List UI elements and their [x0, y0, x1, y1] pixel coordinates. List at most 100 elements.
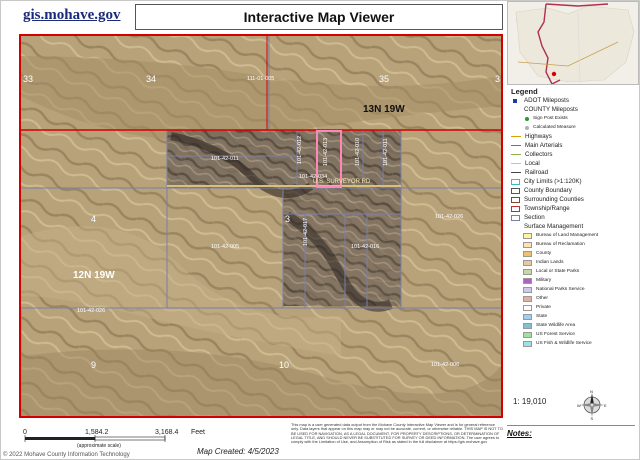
legend-item: Private — [523, 303, 633, 312]
legend-symbol-icon — [511, 154, 521, 155]
scale-tick-0: 0 — [23, 429, 27, 436]
legend-item: Main Arterials — [511, 141, 633, 150]
parcel-label: 101-42-011 — [383, 138, 389, 166]
legend-label: City Limits (>1:120K) — [524, 178, 582, 185]
section-label-9: 9 — [91, 360, 97, 370]
legend-symbol-icon — [511, 196, 520, 203]
legend-symbol-icon — [511, 205, 520, 212]
legend-symbol-icon — [511, 163, 521, 164]
legend-label: COUNTY Mileposts — [524, 106, 578, 113]
legend-item: Highways — [511, 132, 633, 141]
legend-label: Railroad — [525, 169, 549, 176]
parcel-highlight-east — [283, 188, 401, 306]
legend-item: City Limits (>1:120K) — [511, 177, 633, 186]
legend-label: County — [536, 251, 552, 256]
legend-symbol-icon — [523, 304, 532, 311]
section-label-33: 33 — [23, 74, 34, 84]
legend-symbol-icon — [523, 313, 532, 320]
legend-label: Local or State Parks — [536, 269, 580, 274]
legend-label: Military — [536, 278, 552, 283]
legend-label: Surface Management — [524, 223, 584, 230]
parcel-label: 101-42-013 — [323, 137, 329, 166]
legend-item: Sign Post Exists — [523, 114, 633, 123]
legend-item: ADOT Mileposts — [511, 96, 633, 105]
legend-item: Local — [511, 159, 633, 168]
section-label-3-edge: 3 — [495, 74, 501, 84]
legend-label: State — [536, 314, 548, 319]
legend-label: Collectors — [525, 151, 553, 158]
legend-label: US Fish & Wildlife Service — [536, 341, 592, 346]
legend-symbol-icon — [511, 178, 520, 185]
legend-item: Indian Lands — [523, 258, 633, 267]
location-marker-icon — [551, 71, 557, 77]
legend-label: Calculated Measure — [533, 125, 576, 130]
legend-item: County Boundary — [511, 186, 633, 195]
legend-item: Military — [523, 276, 633, 285]
legend-item: State — [523, 312, 633, 321]
legend-item: Surface Management — [511, 222, 633, 231]
legend-symbol-icon — [513, 98, 517, 103]
legend-item: Bureau of Reclamation — [523, 240, 633, 249]
legend-label: Main Arterials — [525, 142, 563, 149]
legend-label: Surrounding Counties — [524, 196, 584, 203]
parcel-label: 101-42-026 — [435, 214, 464, 220]
legend-item: Local or State Parks — [523, 267, 633, 276]
legend-symbol-icon — [523, 259, 532, 266]
legend-item: County — [523, 249, 633, 258]
legend-item: Railroad — [511, 168, 633, 177]
legend-item: Township/Range — [511, 204, 633, 213]
township-label-13n-19w: 13N 19W — [363, 104, 405, 115]
legend-symbol-icon — [525, 125, 529, 130]
legend-symbol-icon — [523, 340, 532, 347]
legend-item: COUNTY Mileposts — [511, 105, 633, 114]
legend-symbol-icon — [523, 250, 532, 257]
parcel-label: 101-42-012 — [297, 135, 303, 164]
legend-label: Bureau of Reclamation — [536, 242, 585, 247]
disclaimer-text: This map is a user generated data output… — [291, 423, 503, 445]
section-label-35: 35 — [379, 74, 390, 84]
legend-label: Indian Lands — [536, 260, 564, 265]
legend-symbol-icon — [523, 277, 532, 284]
scale-note: (approximate scale) — [77, 443, 121, 449]
legend-label: Private — [536, 305, 551, 310]
section-label-4: 4 — [91, 214, 97, 224]
notes-label: Notes: — [507, 425, 635, 459]
legend-item: Other — [523, 294, 633, 303]
legend-label: Township/Range — [524, 205, 570, 212]
legend-label: ADOT Mileposts — [524, 97, 569, 104]
parcel-label: 101-42-010 — [355, 137, 361, 166]
map-legend: Legend ADOT Mileposts COUNTY Mileposts Sig… — [507, 87, 633, 387]
legend-label: US Forest Service — [536, 332, 575, 337]
parcel-label: 101-42-006 — [431, 362, 460, 368]
legend-symbol-icon — [523, 241, 532, 248]
legend-label: State Wildlife Area — [536, 323, 576, 328]
map-print-page: gis.mohave.gov Interactive Map Viewer · — [0, 0, 640, 460]
legend-symbol-icon — [523, 331, 532, 338]
parcel-label: 101-42-017 — [303, 217, 309, 246]
footer-credit: © 2022 Mohave County Information Technol… — [3, 452, 130, 458]
legend-label: Local — [525, 160, 540, 167]
township-label-12n-19w: 12N 19W — [73, 270, 115, 281]
legend-item: State Wildlife Area — [523, 321, 633, 330]
legend-label: Other — [536, 296, 548, 301]
svg-text:N: N — [590, 390, 593, 394]
parcel-label: 101-42-026 — [77, 308, 106, 314]
legend-symbol-icon — [523, 322, 532, 329]
legend-title: Legend — [511, 87, 538, 96]
locator-inset-map: · — [507, 1, 639, 85]
map-canvas[interactable]: 33 34 35 3 4 3 9 10 13N 19W 12N 19W 111-… — [19, 34, 503, 418]
parcel-label: 101-42-005 — [211, 244, 240, 250]
svg-text:·: · — [516, 18, 517, 23]
legend-symbol-icon — [523, 286, 532, 293]
parcel-label: 101-42-011 — [211, 156, 239, 162]
legend-symbol-icon — [511, 136, 521, 137]
legend-symbol-icon — [523, 268, 532, 275]
site-logo-link[interactable]: gis.mohave.gov — [23, 7, 121, 24]
svg-text:S: S — [591, 416, 594, 420]
scale-tick-1: 1,584.2 — [85, 429, 109, 436]
legend-item: National Parks Service — [523, 285, 633, 294]
legend-label: Section — [524, 214, 545, 221]
legend-label: National Parks Service — [536, 287, 585, 292]
section-label-3: 3 — [285, 214, 291, 224]
legend-symbol-icon — [523, 295, 532, 302]
